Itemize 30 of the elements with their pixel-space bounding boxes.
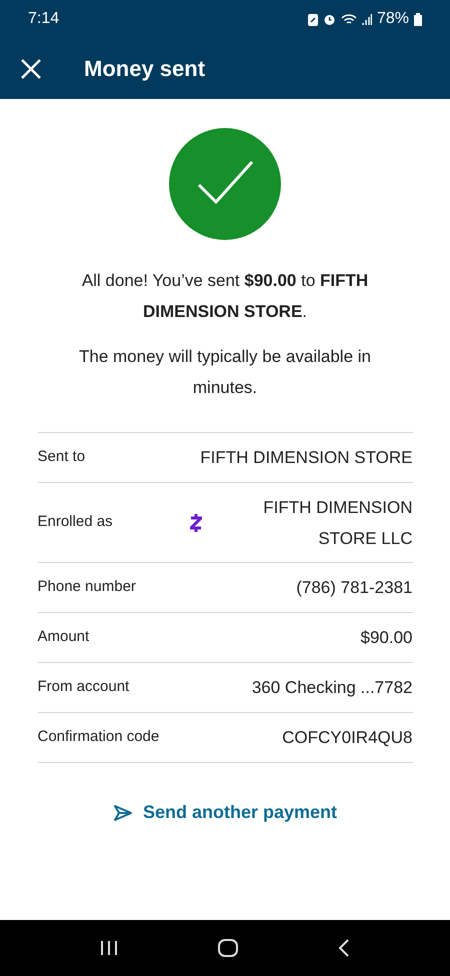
recent-apps-icon[interactable] bbox=[100, 940, 118, 956]
confirmation-message: All done! You’ve sent $90.00 to FIFTH DIMENSION STORE. bbox=[80, 270, 370, 323]
clock-time: 7:14 bbox=[28, 9, 60, 29]
signal-icon bbox=[362, 12, 372, 26]
detail-label: From account bbox=[38, 677, 130, 698]
detail-value: FIFTH DIMENSION STORE bbox=[200, 447, 412, 469]
detail-value: COFCY0IR4QU8 bbox=[282, 727, 412, 749]
battery-icon bbox=[414, 12, 422, 26]
back-icon[interactable] bbox=[338, 939, 350, 957]
detail-value: (786) 781-2381 bbox=[296, 577, 412, 599]
alarm-icon bbox=[322, 12, 336, 26]
battery-saver-icon bbox=[308, 12, 318, 26]
detail-label: Amount bbox=[38, 627, 90, 648]
send-icon bbox=[112, 804, 133, 822]
detail-label: Phone number bbox=[38, 577, 137, 598]
detail-value: 360 Checking ...7782 bbox=[252, 677, 412, 699]
detail-label: Confirmation code bbox=[38, 727, 160, 748]
page-title: Money sent bbox=[84, 55, 206, 83]
dollar-z-icon bbox=[190, 514, 202, 532]
checkmark-icon bbox=[169, 128, 281, 240]
close-button[interactable] bbox=[20, 58, 42, 80]
detail-value: $90.00 bbox=[360, 627, 412, 649]
home-icon[interactable] bbox=[218, 939, 238, 957]
wifi-icon bbox=[340, 12, 357, 26]
battery-percent: 78% bbox=[376, 9, 409, 29]
detail-label: Enrolled as bbox=[38, 512, 114, 532]
detail-label: Sent to bbox=[38, 447, 86, 468]
send-another-payment-link[interactable]: Send another payment bbox=[112, 799, 338, 826]
detail-value: FIFTH DIMENSION STORE LLC bbox=[262, 496, 412, 550]
availability-note: The money will typically be available in minutes. bbox=[78, 346, 372, 399]
